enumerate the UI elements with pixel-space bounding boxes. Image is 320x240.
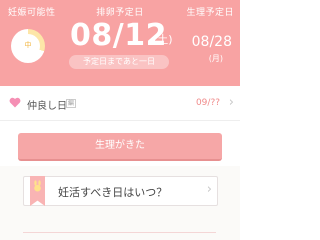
divider [23, 232, 216, 233]
bunny-icon [34, 180, 41, 192]
ovulation-weekday: (土) [153, 33, 173, 46]
chevron-right-icon: › [206, 182, 212, 197]
banner-text: 妊活すべき日はいつ？ [58, 186, 168, 199]
ribbon-bookmark [30, 176, 45, 206]
fertility-level: 中 [24, 41, 32, 49]
intimacy-day-label: 仲良し日 [27, 101, 67, 112]
status-header: 妊娠可能性 排卵予定日 生理予定日 中 08/12 (土) 予定日まであと一日 … [0, 0, 240, 86]
edit-tag: 編 [66, 99, 77, 108]
fertility-tip-banner[interactable]: 妊活すべき日はいつ？ › [23, 176, 218, 206]
intimacy-day-row[interactable]: 仲良し日 編 09/?? › [0, 86, 240, 121]
period-weekday: (月) [208, 54, 223, 63]
period-started-button[interactable]: 生理がきた [18, 133, 222, 161]
intimacy-day-value: 09/?? [195, 98, 220, 108]
chevron-right-icon: › [228, 95, 234, 110]
period-date: 08/28 [191, 34, 232, 50]
days-until-badge: 予定日まであと一日 [69, 55, 169, 69]
fertility-gauge-center: 中 [16, 34, 40, 58]
fertility-gauge[interactable]: 中 [11, 29, 45, 63]
period-label: 生理予定日 [186, 8, 234, 18]
heart-icon [9, 97, 21, 108]
